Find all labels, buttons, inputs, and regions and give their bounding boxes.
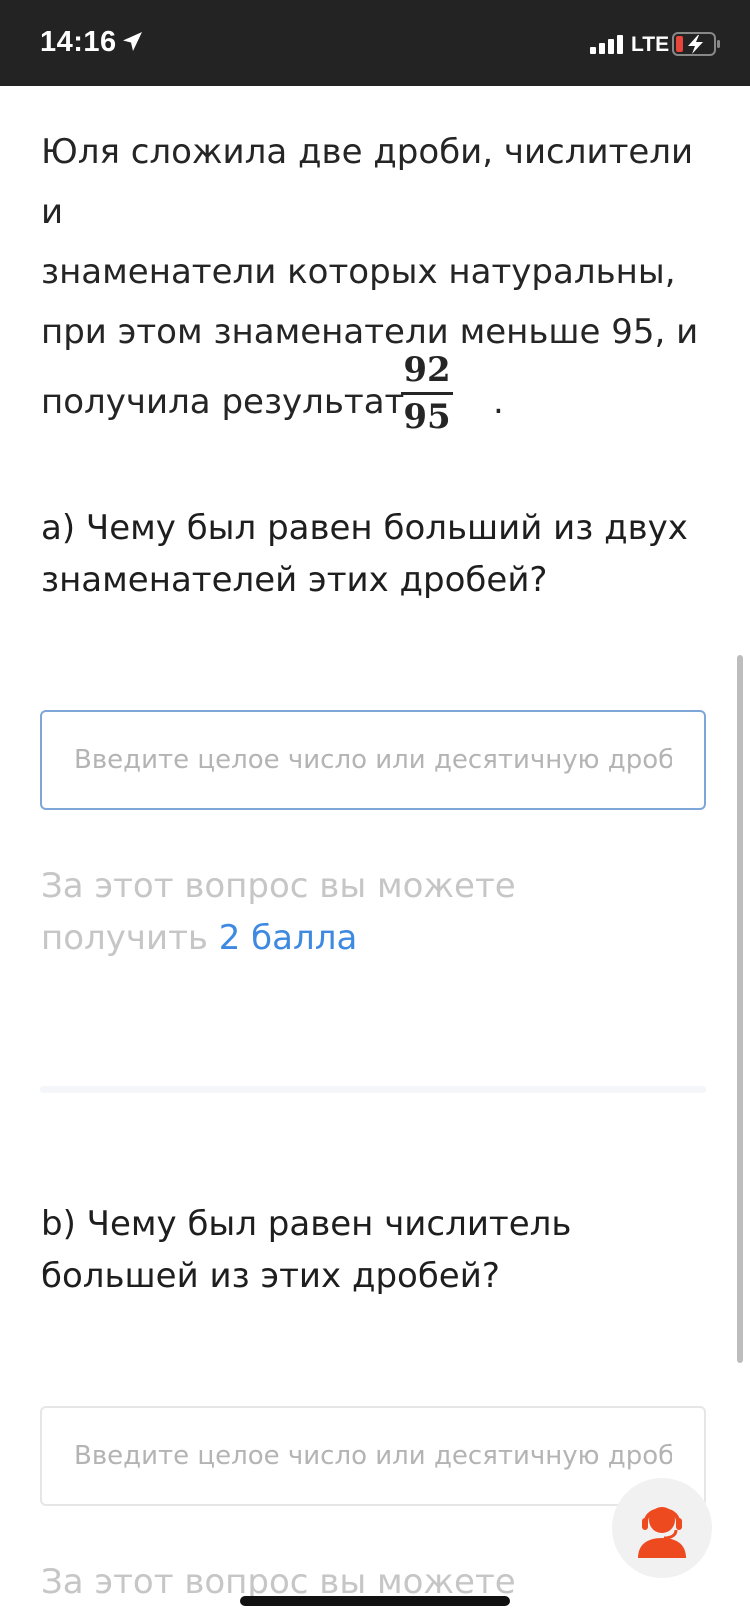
section-divider [40, 1086, 706, 1093]
problem-line-3: при этом знаменатели меньше 95, и [41, 312, 699, 352]
problem-line-2: знаменатели которых натуральны, [41, 252, 676, 292]
network-type: LTE [631, 33, 670, 56]
answer-a-input[interactable] [42, 712, 704, 808]
home-indicator [240, 1596, 510, 1606]
question-a-points: За этот вопрос вы можете получить 2 балл… [41, 860, 641, 964]
problem-line-1: Юля сложила две дроби, числители и [41, 132, 694, 232]
support-chat-button[interactable] [612, 1478, 712, 1578]
answer-a-field[interactable] [40, 710, 706, 810]
signal-icon [590, 35, 623, 54]
question-a-line-2: знаменателей этих дробей? [41, 560, 548, 600]
points-a-prefix: получить [41, 918, 219, 958]
status-bar: 14:16 LTE [0, 0, 750, 86]
scrollbar[interactable] [737, 655, 743, 1363]
question-a-line-1: а) Чему был равен больший из двух [41, 508, 688, 548]
answer-b-input[interactable] [42, 1408, 704, 1504]
answer-b-field[interactable] [40, 1406, 706, 1506]
points-a-value: 2 балла [218, 918, 358, 958]
points-a-line-2: получить 2 балла [41, 912, 641, 964]
question-b: b) Чему был равен числитель большей из э… [41, 1198, 721, 1302]
problem-line-4-prefix: получила результат [41, 382, 405, 422]
fraction-period: . [493, 382, 504, 422]
location-arrow-icon [123, 32, 142, 51]
support-agent-icon [638, 1507, 686, 1558]
result-fraction: 92 95 [399, 350, 455, 437]
fraction-numerator: 92 [403, 350, 451, 390]
question-a: а) Чему был равен больший из двух знамен… [41, 502, 721, 606]
question-b-line-1: b) Чему был равен числитель [41, 1204, 572, 1244]
status-time: 14:16 [40, 26, 117, 58]
points-a-line-1: За этот вопрос вы можете [41, 866, 516, 906]
problem-line-4: получила результат 92 95 . [41, 350, 721, 442]
question-b-line-2: большей из этих дробей? [41, 1256, 500, 1296]
fraction-denominator: 95 [403, 397, 451, 437]
battery-charging-icon [672, 32, 720, 56]
problem-statement: Юля сложила две дроби, числители и знаме… [41, 122, 721, 442]
fraction-bar [401, 392, 453, 395]
